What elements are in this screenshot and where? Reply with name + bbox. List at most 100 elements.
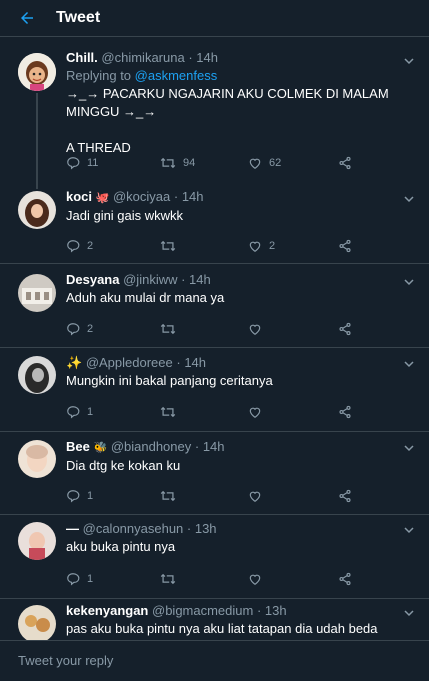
tweet-text: Mungkin ini bakal panjang ceritanya [66, 373, 273, 388]
like-button[interactable] [248, 405, 269, 419]
avatar[interactable] [18, 191, 56, 229]
reply-tweet[interactable]: Bee 🐝 @biandhoney · 14h Dia dtg ke kokan… [0, 432, 429, 515]
reply-button[interactable]: 11 [66, 156, 98, 170]
heart-icon [249, 491, 261, 502]
reply-icon [67, 573, 80, 586]
heart-icon [249, 241, 261, 252]
avatar[interactable] [18, 522, 56, 560]
heart-icon [249, 158, 261, 169]
replying-to: Replying to @askmenfess [66, 67, 399, 85]
heart-icon [249, 324, 261, 335]
like-button[interactable] [248, 489, 269, 503]
heart-icon [249, 407, 261, 418]
display-name[interactable]: — [66, 521, 79, 536]
reply-bar: Tweet your reply [0, 640, 429, 681]
reply-tweet[interactable]: koci 🐙 @kociyaa · 14h Jadi gini gais wkw… [0, 182, 429, 264]
chevron-down-icon[interactable] [403, 358, 415, 370]
tweet-text: aku buka pintu nya [66, 539, 176, 554]
like-button[interactable]: 62 [248, 156, 281, 170]
chevron-down-icon[interactable] [403, 55, 415, 67]
reply-tweet[interactable]: kekenyangan @bigmacmedium · 13h pas aku … [0, 599, 429, 640]
reply-tweet[interactable]: ✨ @Appledoreee · 14h Mungkin ini bakal p… [0, 348, 429, 432]
replying-to-mention[interactable]: @askmenfess [135, 68, 218, 83]
share-button[interactable] [338, 405, 359, 419]
chevron-down-icon[interactable] [403, 193, 415, 205]
chevron-down-icon[interactable] [403, 524, 415, 536]
avatar[interactable] [18, 440, 56, 478]
retweet-button[interactable] [160, 322, 183, 336]
user-handle[interactable]: @chimikaruna [101, 50, 184, 65]
user-handle[interactable]: @kociyaa [113, 189, 170, 204]
reply-button[interactable]: 2 [66, 322, 93, 336]
share-icon [339, 322, 351, 336]
avatar[interactable] [18, 356, 56, 394]
share-icon [339, 405, 351, 419]
tweet-text: →_→ PACARKU NGAJARIN AKU COLMEK DI MALAM… [66, 86, 389, 155]
thread-line [36, 93, 38, 189]
display-name[interactable]: ✨ [66, 355, 82, 370]
reply-count: 1 [87, 573, 94, 585]
reply-button[interactable]: 1 [66, 572, 93, 586]
avatar[interactable] [18, 274, 56, 312]
share-button[interactable] [338, 572, 359, 586]
reply-input[interactable]: Tweet your reply [18, 653, 113, 668]
chevron-down-icon[interactable] [403, 607, 415, 619]
user-handle[interactable]: @bigmacmedium [152, 603, 253, 618]
user-handle[interactable]: @calonnyasehun [83, 521, 184, 536]
like-count: 2 [269, 240, 276, 252]
share-button[interactable] [338, 322, 359, 336]
avatar[interactable] [18, 53, 56, 91]
avatar[interactable] [18, 605, 56, 640]
octopus-icon: 🐙 [95, 191, 110, 204]
retweet-button[interactable] [160, 239, 183, 253]
chevron-down-icon[interactable] [403, 442, 415, 454]
user-handle[interactable]: @jinkiww [123, 272, 177, 287]
timestamp: · 13h [186, 521, 217, 536]
reply-count: 11 [87, 157, 99, 169]
heart-icon [249, 574, 261, 585]
top-bar: Tweet [0, 0, 429, 37]
retweet-icon [160, 323, 176, 335]
timestamp: · 14h [181, 272, 211, 287]
share-icon [339, 572, 351, 586]
retweet-button[interactable] [160, 489, 183, 503]
reply-icon [67, 490, 80, 503]
reply-button[interactable]: 1 [66, 405, 93, 419]
share-button[interactable] [338, 156, 359, 170]
display-name[interactable]: kekenyangan [66, 603, 148, 618]
share-button[interactable] [338, 489, 359, 503]
back-arrow-icon[interactable] [16, 7, 38, 29]
like-button[interactable]: 2 [248, 239, 275, 253]
user-handle[interactable]: @biandhoney [111, 439, 191, 454]
reply-icon [67, 406, 80, 419]
share-icon [339, 156, 351, 170]
chevron-down-icon[interactable] [403, 276, 415, 288]
tweet-header: koci 🐙 @kociyaa · 14h [66, 188, 399, 207]
timestamp: · 14h [194, 439, 225, 454]
like-button[interactable] [248, 572, 269, 586]
reply-icon [67, 323, 80, 336]
retweet-button[interactable] [160, 572, 183, 586]
reply-tweet[interactable]: — @calonnyasehun · 13h aku buka pintu ny… [0, 515, 429, 599]
like-button[interactable] [248, 322, 269, 336]
timestamp: · 14h [188, 50, 218, 65]
retweet-icon [160, 490, 176, 502]
reply-count: 1 [87, 490, 94, 502]
retweet-button[interactable] [160, 405, 183, 419]
display-name[interactable]: Chill. [66, 50, 98, 65]
display-name[interactable]: Bee [66, 439, 90, 454]
reply-tweet[interactable]: Desyana @jinkiww · 14h Aduh aku mulai dr… [0, 264, 429, 348]
bee-icon: 🐝 [93, 441, 108, 454]
share-button[interactable] [338, 239, 359, 253]
reply-button[interactable]: 2 [66, 239, 93, 253]
reply-button[interactable]: 1 [66, 489, 93, 503]
retweet-button[interactable]: 94 [160, 156, 195, 170]
tweet-text: Dia dtg ke kokan ku [66, 457, 181, 473]
page-title: Tweet [56, 9, 101, 26]
display-name[interactable]: Desyana [66, 272, 119, 287]
timestamp: · 14h [173, 189, 204, 204]
tweet-main[interactable]: Chill. @chimikaruna · 14h Replying to @a… [0, 37, 429, 189]
display-name[interactable]: koci [66, 189, 92, 204]
timestamp: · 13h [256, 603, 287, 618]
user-handle[interactable]: @Appledoreee [86, 355, 173, 370]
